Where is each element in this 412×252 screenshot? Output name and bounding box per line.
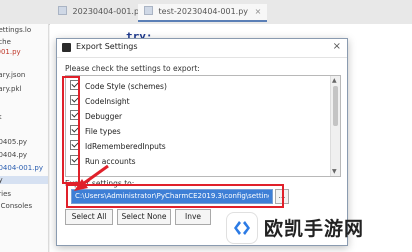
watermark-logo [226,212,258,244]
watermark: 欧凯手游网 [220,204,408,248]
watermark-text: 欧凯手游网 [264,218,365,240]
watermark-logo-icon [234,221,250,235]
